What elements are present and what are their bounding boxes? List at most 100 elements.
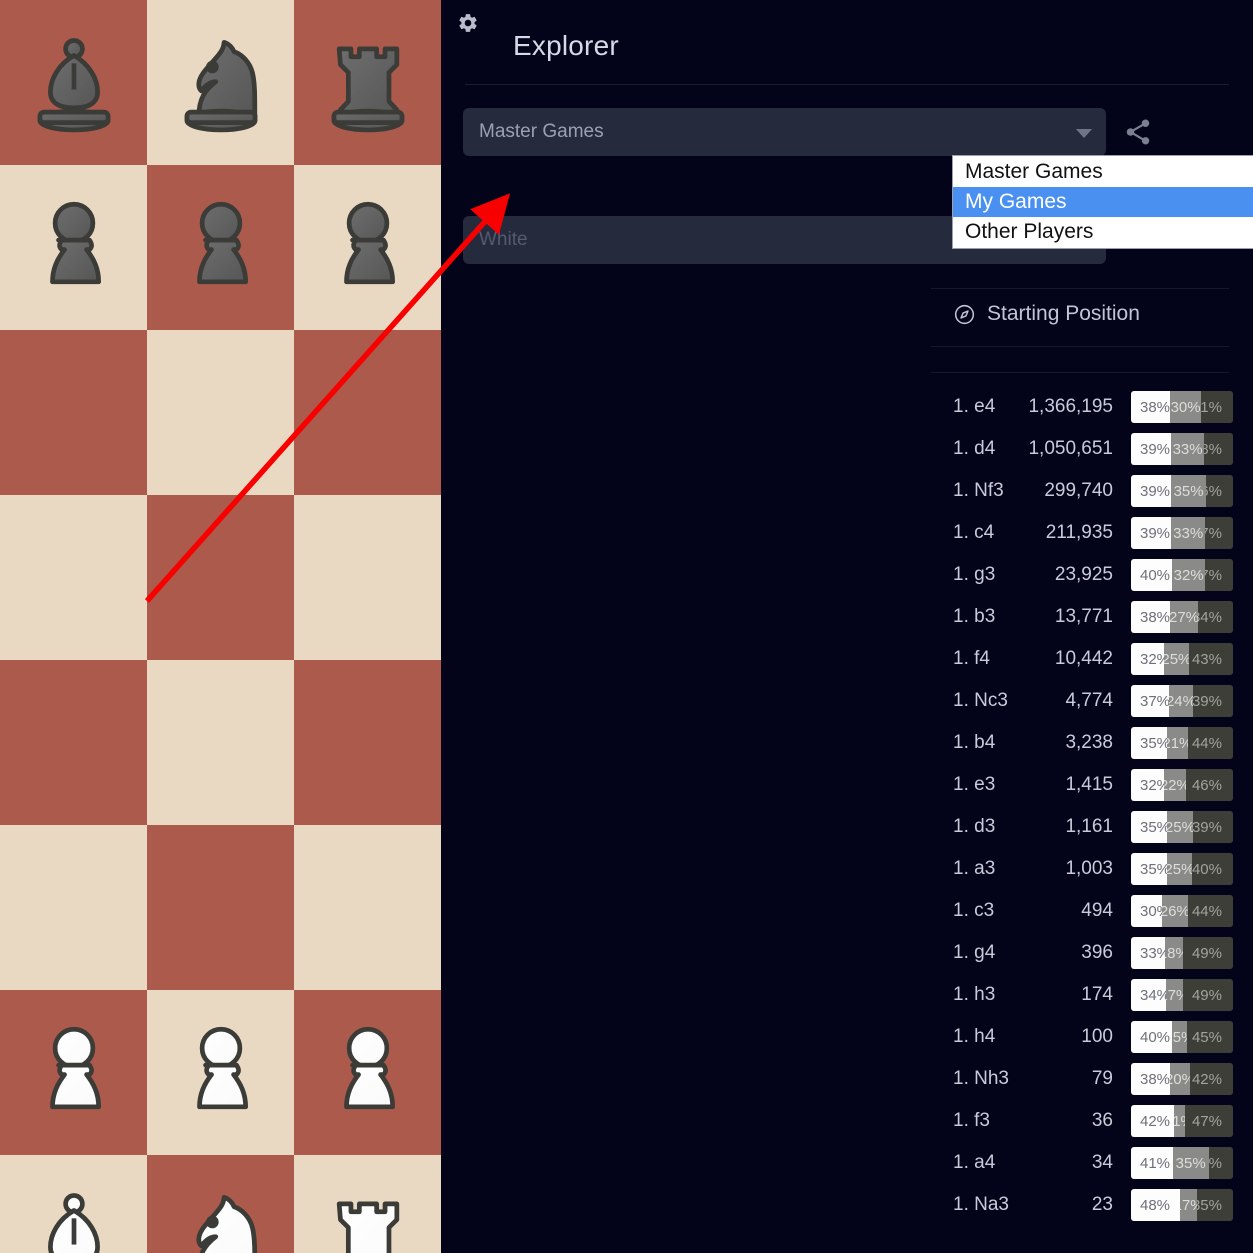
result-bar: 35% 25% 39% <box>1131 811 1233 843</box>
table-row[interactable]: 1. e4 1,366,195 38%30%31% <box>931 386 1233 428</box>
black-share-segment: 47% <box>1185 1105 1233 1137</box>
board-square[interactable] <box>147 1155 294 1253</box>
board-square[interactable] <box>147 825 294 990</box>
draw-share-segment: 24% <box>1168 685 1194 717</box>
black-share-segment: 49% <box>1183 979 1233 1011</box>
share-button[interactable] <box>1118 112 1158 152</box>
game-count: 79 <box>1091 1068 1113 1089</box>
black-share-segment: 27% <box>1205 559 1233 591</box>
black-pawn-icon[interactable] <box>162 189 280 307</box>
board-square[interactable] <box>147 990 294 1155</box>
table-row[interactable]: 1. g3 23,925 40%32%27% <box>931 554 1233 596</box>
move-label: 1. h3 <box>953 984 996 1005</box>
white-share-segment: 32% <box>1131 769 1164 801</box>
board-square[interactable] <box>147 0 294 165</box>
white-rook-icon[interactable] <box>309 1179 427 1253</box>
settings-button[interactable] <box>457 12 479 34</box>
black-share-segment: 28% <box>1204 433 1233 465</box>
table-row[interactable]: 1. Nh3 79 38%20%42% <box>931 1058 1233 1100</box>
board-square[interactable] <box>147 330 294 495</box>
table-row[interactable]: 1. f3 36 42%11%47% <box>931 1100 1233 1142</box>
board-square[interactable] <box>294 330 441 495</box>
board-square[interactable] <box>0 0 147 165</box>
board-square[interactable] <box>0 660 147 825</box>
table-row[interactable]: 1. Nf3 299,740 39%35%26% <box>931 470 1233 512</box>
white-pawn-icon[interactable] <box>15 1014 133 1132</box>
section-divider-bottom <box>931 346 1229 347</box>
move-label: 1. g3 <box>953 564 996 585</box>
white-bishop-icon[interactable] <box>15 1179 133 1253</box>
dropdown-option[interactable]: My Games <box>953 187 1253 217</box>
table-row[interactable]: 1. h4 100 40%15%45% <box>931 1016 1233 1058</box>
dropdown-option[interactable]: Other Players <box>953 217 1253 247</box>
table-row[interactable]: 1. a3 1,003 35%25%40% <box>931 848 1233 890</box>
board-square[interactable] <box>0 495 147 660</box>
board-square[interactable] <box>147 495 294 660</box>
move-label: 1. b3 <box>953 606 996 627</box>
chess-board[interactable] <box>0 0 441 1253</box>
board-square[interactable] <box>0 165 147 330</box>
black-share-segment: 39% <box>1193 685 1233 717</box>
table-row[interactable]: 1. h3 174 34%17%49% <box>931 974 1233 1016</box>
table-row[interactable]: 1. Na3 23 48%17%35% <box>931 1184 1233 1226</box>
white-share-segment: 38% <box>1131 1063 1170 1095</box>
table-row[interactable]: 1. c4 211,935 39%33%27% <box>931 512 1233 554</box>
move-label: 1. h4 <box>953 1026 996 1047</box>
white-pawn-icon[interactable] <box>162 1014 280 1132</box>
board-square[interactable] <box>147 660 294 825</box>
board-square[interactable] <box>294 1155 441 1253</box>
table-row[interactable]: 1. d4 1,050,651 39%33%28% <box>931 428 1233 470</box>
board-square[interactable] <box>294 495 441 660</box>
table-row[interactable]: 1. a4 34 41%35%24% <box>931 1142 1233 1184</box>
dropdown-option[interactable]: Master Games <box>953 157 1253 187</box>
game-count: 10,442 <box>1054 648 1113 669</box>
white-share-segment: 39% <box>1131 475 1171 507</box>
move-label: 1. Nf3 <box>953 480 1004 501</box>
result-bar: 39%33%27% <box>1131 517 1233 549</box>
white-pawn-icon[interactable] <box>309 1014 427 1132</box>
result-bar: 48%17%35% <box>1131 1189 1233 1221</box>
board-square[interactable] <box>294 825 441 990</box>
current-position[interactable]: Starting Position <box>953 302 1140 326</box>
white-share-segment: 30% <box>1131 895 1162 927</box>
board-square[interactable] <box>294 0 441 165</box>
black-pawn-icon[interactable] <box>309 189 427 307</box>
game-count: 100 <box>1081 1026 1113 1047</box>
black-knight-icon[interactable] <box>162 24 280 142</box>
black-rook-icon[interactable] <box>309 24 427 142</box>
move-label: 1. a3 <box>953 858 996 879</box>
result-bar: 40%32%27% <box>1131 559 1233 591</box>
black-pawn-icon[interactable] <box>15 189 133 307</box>
black-bishop-icon[interactable] <box>15 24 133 142</box>
black-share-segment: 46% <box>1186 769 1233 801</box>
table-row[interactable]: 1. Nc3 4,774 37%24%39% <box>931 680 1233 722</box>
table-row[interactable]: 1. f4 10,442 32%25%43% <box>931 638 1233 680</box>
draw-share-segment: 30% <box>1170 391 1202 423</box>
table-row[interactable]: 1. b4 3,238 35%21%44% <box>931 722 1233 764</box>
white-knight-icon[interactable] <box>162 1179 280 1253</box>
database-dropdown-list[interactable]: Master Games My Games Other Players <box>952 155 1253 249</box>
board-square[interactable] <box>294 660 441 825</box>
board-square[interactable] <box>294 165 441 330</box>
draw-share-segment: 35% <box>1170 475 1207 507</box>
board-square[interactable] <box>0 1155 147 1253</box>
table-row[interactable]: 1. c3 494 30%26%44% <box>931 890 1233 932</box>
database-select[interactable]: Master Games <box>463 108 1106 156</box>
white-share-segment: 35% <box>1131 811 1168 843</box>
table-row[interactable]: 1. e3 1,415 32%22%46% <box>931 764 1233 806</box>
board-square[interactable] <box>147 165 294 330</box>
board-square[interactable] <box>0 330 147 495</box>
draw-share-segment: 33% <box>1171 517 1206 549</box>
table-row[interactable]: 1. g4 396 33%18%49% <box>931 932 1233 974</box>
table-row[interactable]: 1. b3 13,771 38%27%34% <box>931 596 1233 638</box>
board-square[interactable] <box>0 990 147 1155</box>
board-square[interactable] <box>0 825 147 990</box>
database-select-value: Master Games <box>479 121 604 142</box>
game-count: 299,740 <box>1044 480 1113 501</box>
table-row[interactable]: 1. d3 1,161 35% 25% 39% <box>931 806 1233 848</box>
board-square[interactable] <box>294 990 441 1155</box>
game-count: 13,771 <box>1054 606 1113 627</box>
draw-share-segment: 15% <box>1171 1021 1188 1053</box>
white-share-segment: 40% <box>1131 1021 1172 1053</box>
compass-icon <box>954 304 975 324</box>
